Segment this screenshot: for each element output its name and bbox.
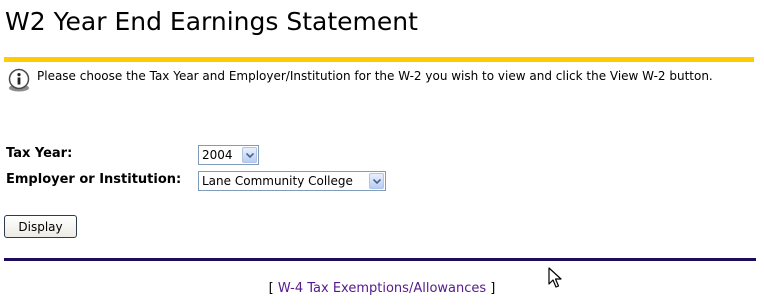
tax-year-label: Tax Year: <box>6 146 73 161</box>
info-text: Please choose the Tax Year and Employer/… <box>37 69 713 83</box>
footer-open-bracket: [ <box>268 281 274 296</box>
employer-dropdown-arrow[interactable] <box>369 173 384 189</box>
mouse-cursor-icon <box>548 267 562 288</box>
title-divider <box>4 57 754 62</box>
employer-selected-value: Lane Community College <box>202 174 353 188</box>
display-button[interactable]: Display <box>4 215 77 238</box>
page-title: W2 Year End Earnings Statement <box>5 7 418 36</box>
footer-links: [ W-4 Tax Exemptions/Allowances ] <box>0 280 764 297</box>
tax-year-select[interactable]: 2004 <box>198 145 259 165</box>
footer-close-bracket: ] <box>490 281 496 296</box>
tax-year-dropdown-arrow[interactable] <box>242 147 257 163</box>
employer-select[interactable]: Lane Community College <box>198 171 386 191</box>
chevron-down-icon <box>246 153 254 158</box>
employer-label: Employer or Institution: <box>6 172 182 187</box>
bottom-divider <box>4 258 756 261</box>
tax-year-selected-value: 2004 <box>202 148 233 162</box>
chevron-down-icon <box>373 179 381 184</box>
w4-tax-exemptions-link[interactable]: W-4 Tax Exemptions/Allowances <box>278 281 486 296</box>
info-icon <box>6 68 32 94</box>
